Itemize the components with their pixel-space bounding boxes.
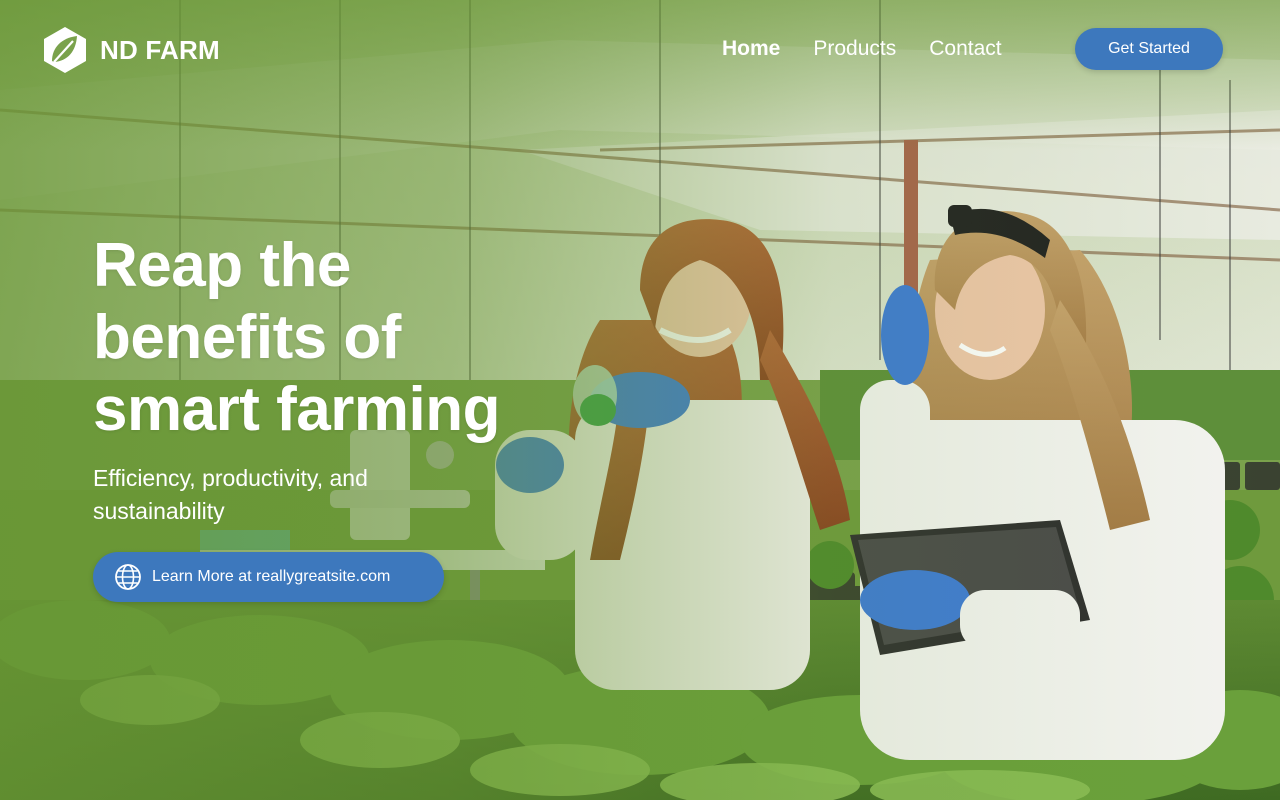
hero-title-line-1: Reap the [93,231,351,300]
hero-subtitle-line-1: Efficiency, productivity, and [93,465,368,491]
hero-title: Reap the benefits of smart farming [93,230,653,446]
hero-subtitle-line-2: sustainability [93,498,225,524]
brand-logo[interactable]: ND FARM [43,26,220,74]
learn-more-button[interactable]: Learn More at reallygreatsite.com [93,552,444,602]
hero-subtitle: Efficiency, productivity, and sustainabi… [93,462,453,528]
hero-title-line-3: smart farming [93,375,500,444]
brand-name: ND FARM [100,34,220,65]
nav-products-link[interactable]: Products [813,34,896,64]
globe-icon [115,564,141,590]
leaf-shield-icon [44,27,86,73]
learn-more-label: Learn More at reallygreatsite.com [152,568,391,585]
nav-contact-link[interactable]: Contact [929,34,1001,64]
hero-title-line-2: benefits of [93,303,401,372]
get-started-button[interactable]: Get Started [1075,28,1223,70]
main-nav: Home Products Contact [722,34,1035,64]
nav-home-link[interactable]: Home [722,34,780,64]
